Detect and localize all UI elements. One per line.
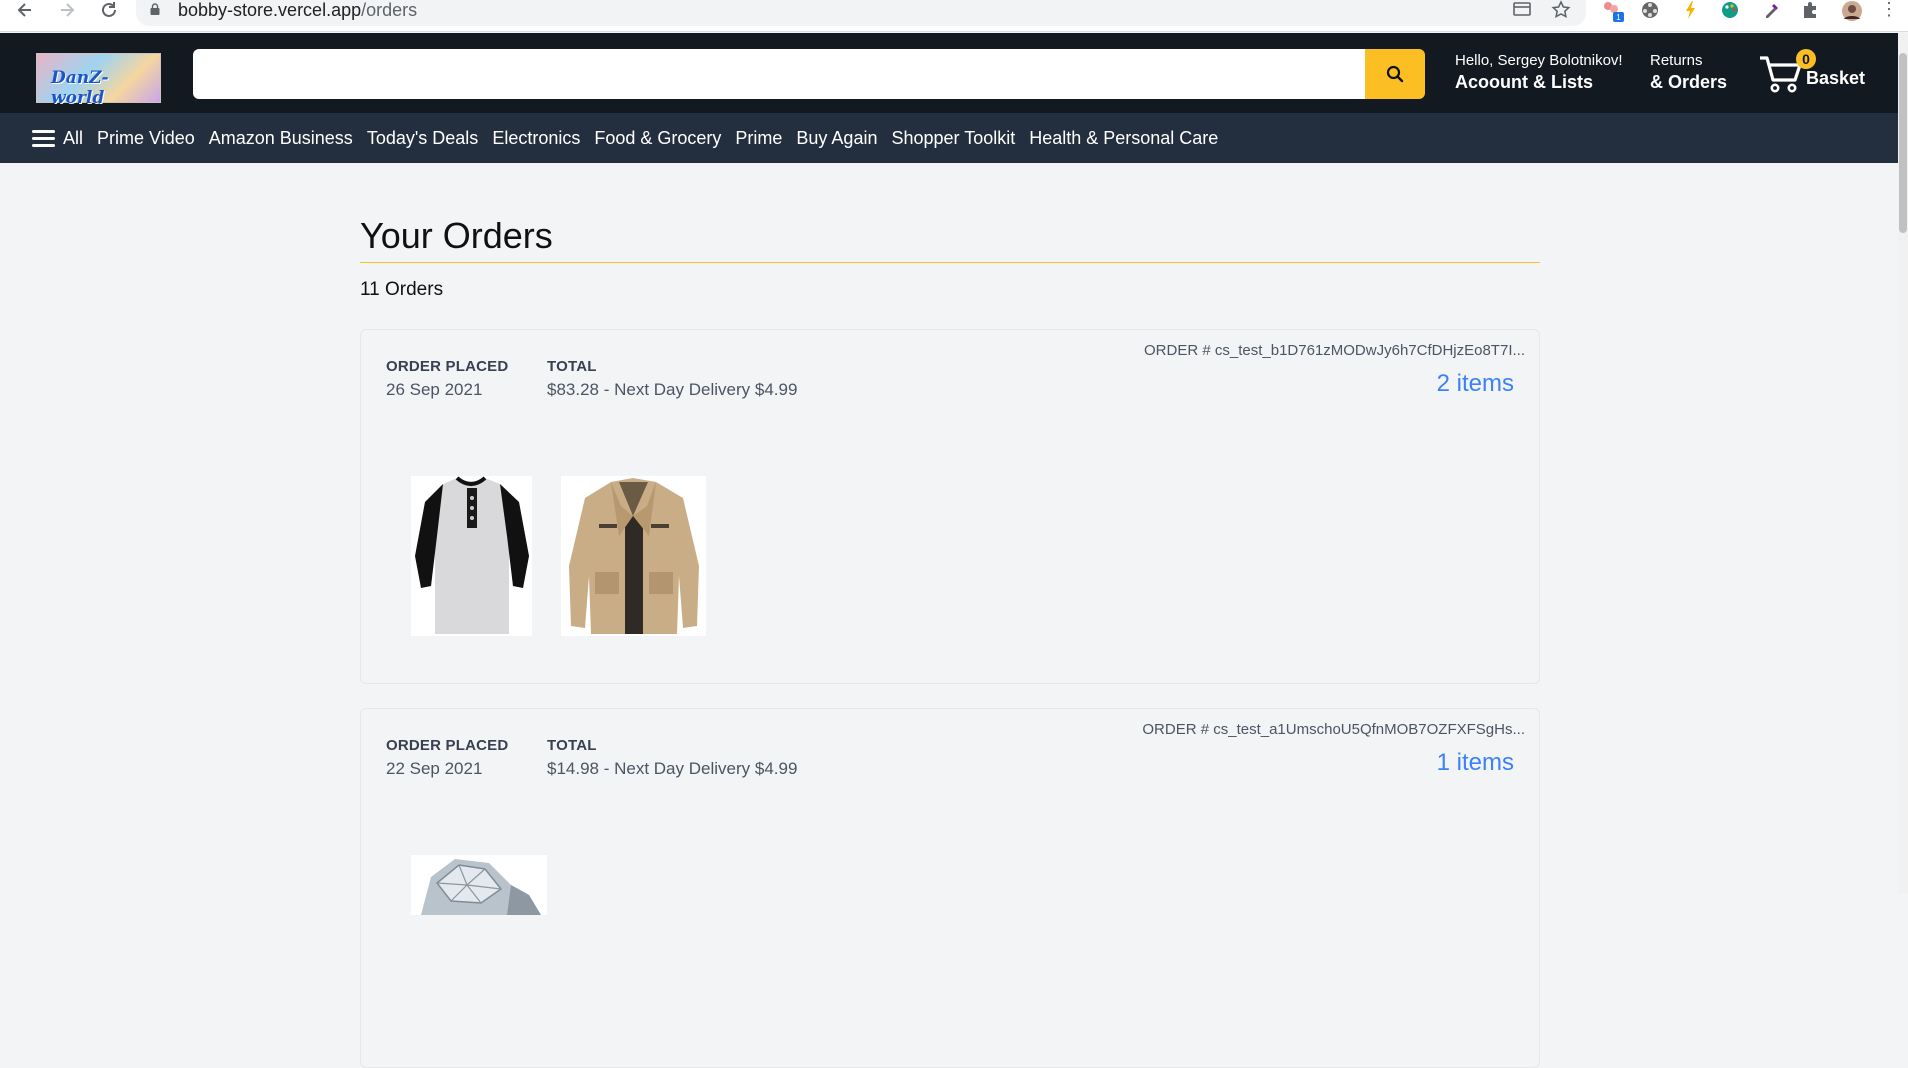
order-total-value: $14.98 - Next Day Delivery $4.99 [547,759,798,778]
puzzle-extensions-icon[interactable] [1800,0,1824,20]
logo-text: DanZ-world [51,68,109,108]
address-bar[interactable]: bobby-store.vercel.app/orders [136,0,1586,26]
kebab-menu-icon[interactable]: ⋮ [1880,0,1904,20]
page-title: Your Orders [360,215,553,256]
back-icon[interactable] [10,0,40,22]
nav-item-food-grocery[interactable]: Food & Grocery [594,128,721,149]
product-image-crystal-ring[interactable] [411,855,547,915]
order-total-label: TOTAL [547,358,597,375]
browser-toolbar: bobby-store.vercel.app/orders 1 ⋮ [0,0,1908,32]
nav-item-prime-video[interactable]: Prime Video [97,128,195,149]
order-placed-date: 26 Sep 2021 [386,380,483,399]
nav-all-label: All [63,127,84,148]
extension-badge-icon[interactable]: 1 [1602,0,1626,22]
order-total-value: $83.28 - Next Day Delivery $4.99 [547,380,798,399]
title-divider [360,262,1540,263]
account-lists-label: Acoount & Lists [1455,72,1593,92]
basket-label: Basket [1806,68,1866,88]
search-bar [193,49,1425,99]
basket-button[interactable]: 0 Basket [1758,46,1878,102]
palette-extension-icon[interactable] [1720,0,1744,20]
reload-icon[interactable] [94,0,124,22]
tab-search-icon[interactable] [1512,0,1536,20]
site-logo[interactable]: DanZ-world [36,53,161,108]
order-id: ORDER # cs_test_b1D761zMODwJy6h7CfDHjzEo… [1144,342,1525,359]
search-input[interactable] [193,49,1366,99]
order-placed-label: ORDER PLACED [386,737,509,754]
film-reel-extension-icon[interactable] [1640,0,1664,20]
order-count: 11 Orders [360,279,444,300]
order-card: ORDER PLACED 26 Sep 2021 TOTAL $83.28 - … [360,329,1540,684]
nav-item-todays-deals[interactable]: Today's Deals [367,128,479,149]
order-placed-date: 22 Sep 2021 [386,759,483,778]
page-scrollbar[interactable] [1898,33,1908,894]
returns-label: Returns [1650,52,1703,69]
product-image-henley-shirt[interactable] [411,476,532,636]
order-total-label: TOTAL [547,737,597,754]
basket-count-badge: 0 [1796,49,1816,69]
nav-all-menu[interactable]: All [32,128,83,149]
returns-orders-link[interactable]: Returns & Orders [1650,51,1727,94]
bookmark-star-icon[interactable] [1551,0,1575,20]
order-id: ORDER # cs_test_a1UmschoU5QfnMOB7OZFXFSg… [1142,721,1525,738]
site-header: DanZ-world Hello, Sergey Bolotnikov! Aco… [0,33,1898,113]
greeting-text: Hello, Sergey Bolotnikov! [1455,52,1623,69]
hamburger-menu-icon [32,129,55,147]
profile-avatar-icon[interactable] [1840,0,1864,21]
order-items-link[interactable]: 1 items [1437,749,1514,777]
eyedropper-extension-icon[interactable] [1762,0,1786,20]
nav-item-shopper-toolkit[interactable]: Shopper Toolkit [891,128,1015,149]
nav-item-prime[interactable]: Prime [735,128,782,149]
svg-text:1: 1 [1616,13,1621,22]
nav-item-health-personal-care[interactable]: Health & Personal Care [1029,128,1218,149]
url-text: bobby-store.vercel.app/orders [178,0,418,20]
order-placed-label: ORDER PLACED [386,358,509,375]
nav-item-amazon-business[interactable]: Amazon Business [209,128,353,149]
lightning-extension-icon[interactable] [1681,0,1705,20]
orders-label: & Orders [1650,72,1728,92]
category-nav: All Prime Video Amazon Business Today's … [0,113,1898,163]
order-card: ORDER PLACED 22 Sep 2021 TOTAL $14.98 - … [360,708,1540,1068]
lock-icon [150,3,160,15]
account-lists-link[interactable]: Hello, Sergey Bolotnikov! Acoount & List… [1455,51,1623,94]
order-items-link[interactable]: 2 items [1437,370,1514,398]
scrollbar-thumb[interactable] [1899,53,1907,233]
search-icon [1386,65,1404,83]
product-image-khaki-jacket[interactable] [561,476,706,636]
search-button[interactable] [1365,49,1425,99]
nav-item-electronics[interactable]: Electronics [492,128,580,149]
forward-icon[interactable] [52,0,82,22]
nav-item-buy-again[interactable]: Buy Again [796,128,877,149]
